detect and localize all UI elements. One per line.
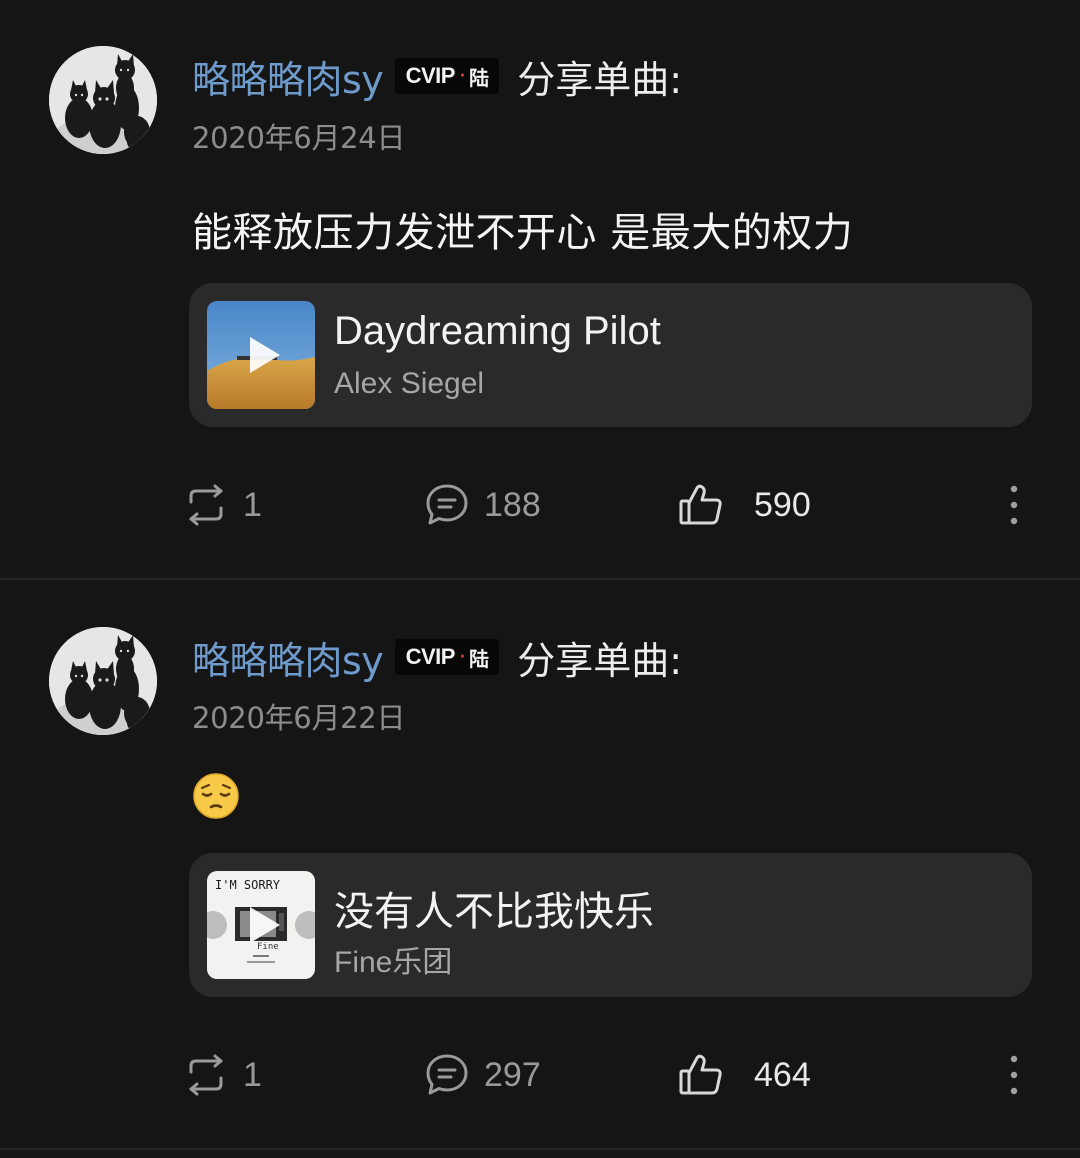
repost-count: 1 bbox=[243, 485, 262, 524]
song-card[interactable]: Daydreaming Pilot Alex Siegel bbox=[189, 283, 1032, 427]
song-card[interactable]: Fine I'M SORRY 没有人不比我快乐 Fine乐团 bbox=[189, 853, 1032, 997]
comment-button[interactable]: 188 bbox=[424, 470, 541, 540]
repost-icon bbox=[189, 484, 223, 526]
post-header: 略略略肉sy CVIP · 陆 分享单曲: bbox=[192, 629, 682, 685]
comment-icon bbox=[426, 484, 468, 525]
post-date: 2020年6月22日 bbox=[192, 701, 406, 735]
username-link[interactable]: 略略略肉sy bbox=[192, 630, 384, 685]
feed-post: 略略略肉sy CVIP · 陆 分享单曲: 2020年6月22日 Fine I'… bbox=[0, 580, 1080, 1158]
more-options-button[interactable] bbox=[1000, 470, 1028, 540]
feed-post: 略略略肉sy CVIP · 陆 分享单曲: 2020年6月24日 能释放压力发泄… bbox=[0, 0, 1080, 580]
comment-count: 297 bbox=[484, 1055, 541, 1094]
song-artist: Fine乐团 bbox=[334, 946, 453, 979]
post-actions: 1 188 590 bbox=[0, 470, 1080, 540]
play-icon[interactable] bbox=[207, 871, 315, 979]
like-button[interactable]: 464 bbox=[678, 1040, 811, 1110]
song-artist: Alex Siegel bbox=[334, 367, 485, 400]
like-button[interactable]: 590 bbox=[678, 470, 811, 540]
black-cats-avatar-image bbox=[49, 627, 157, 735]
post-divider bbox=[0, 1148, 1080, 1150]
repost-button[interactable]: 1 bbox=[183, 1040, 262, 1110]
thumbs-up-icon bbox=[679, 484, 722, 525]
black-cats-avatar-image bbox=[49, 46, 157, 154]
vip-badge-text: CVIP bbox=[405, 644, 456, 669]
more-vertical-icon bbox=[1010, 1055, 1018, 1095]
pensive-face-emoji-icon bbox=[193, 773, 239, 819]
comment-button[interactable]: 297 bbox=[424, 1040, 541, 1110]
song-title: Daydreaming Pilot bbox=[334, 309, 661, 353]
post-header: 略略略肉sy CVIP · 陆 分享单曲: bbox=[192, 48, 682, 104]
comment-icon bbox=[426, 1054, 468, 1095]
more-vertical-icon bbox=[1010, 485, 1018, 525]
share-label: 分享单曲: bbox=[517, 57, 683, 102]
song-cover bbox=[207, 301, 315, 409]
avatar[interactable] bbox=[49, 46, 157, 154]
song-title: 没有人不比我快乐 bbox=[334, 890, 654, 934]
vip-badge-text: CVIP bbox=[405, 63, 456, 88]
vip-badge-dot: · bbox=[458, 63, 466, 89]
repost-button[interactable]: 1 bbox=[183, 470, 262, 540]
post-text: 能释放压力发泄不开心 是最大的权力 bbox=[192, 210, 854, 256]
like-count: 590 bbox=[754, 485, 811, 524]
song-cover: Fine I'M SORRY bbox=[207, 871, 315, 979]
repost-icon bbox=[189, 1054, 223, 1096]
vip-badge-level: 陆 bbox=[468, 65, 489, 90]
vip-badge[interactable]: CVIP · 陆 bbox=[395, 58, 500, 94]
thumbs-up-icon bbox=[679, 1054, 722, 1095]
play-icon[interactable] bbox=[207, 301, 315, 409]
post-date: 2020年6月24日 bbox=[192, 121, 406, 155]
vip-badge[interactable]: CVIP · 陆 bbox=[395, 639, 500, 675]
repost-count: 1 bbox=[243, 1055, 262, 1094]
more-options-button[interactable] bbox=[1000, 1040, 1028, 1110]
post-actions: 1 297 464 bbox=[0, 1040, 1080, 1110]
comment-count: 188 bbox=[484, 485, 541, 524]
avatar[interactable] bbox=[49, 627, 157, 735]
vip-badge-level: 陆 bbox=[468, 646, 489, 671]
like-count: 464 bbox=[754, 1055, 811, 1094]
vip-badge-dot: · bbox=[458, 644, 466, 670]
share-label: 分享单曲: bbox=[517, 638, 683, 683]
username-link[interactable]: 略略略肉sy bbox=[192, 49, 384, 104]
